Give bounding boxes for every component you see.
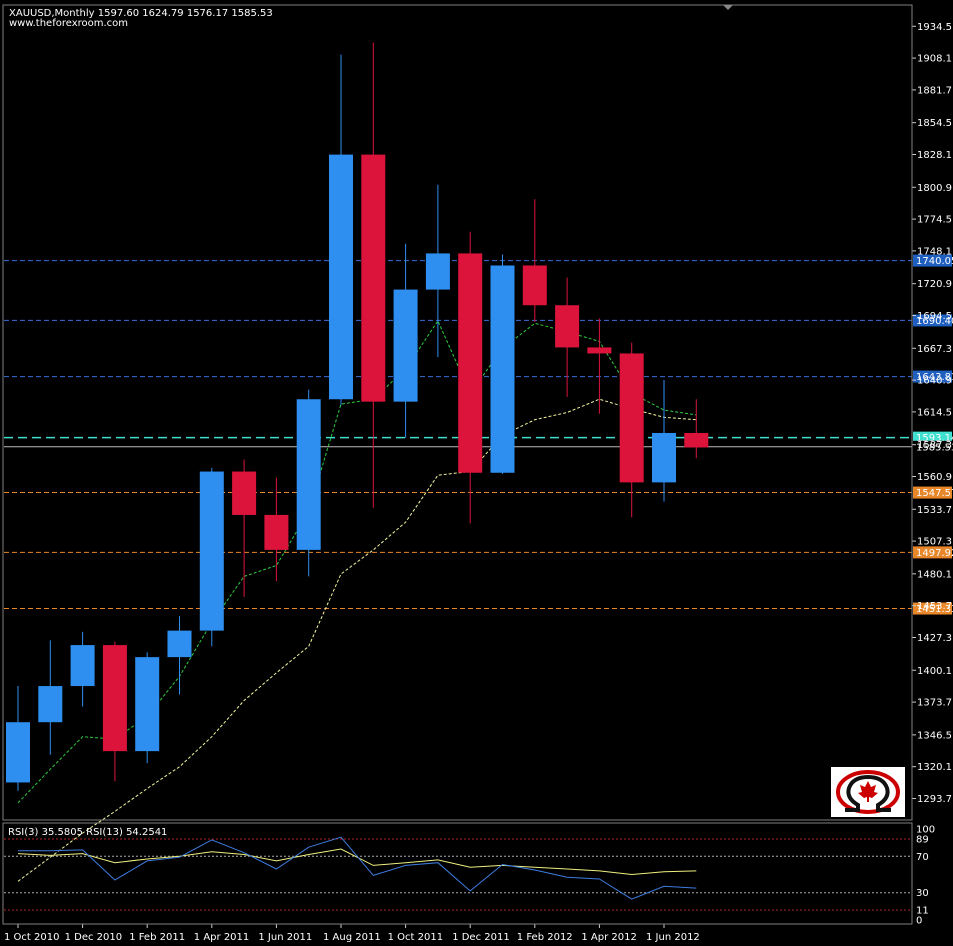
price-tick-label: 1293.7 (917, 794, 952, 805)
time-tick-label: 1 Feb 2012 (517, 932, 573, 943)
price-tick-label: 1614.5 (917, 407, 952, 418)
price-tick-label: 1427.3 (917, 633, 952, 644)
price-tick-label: 1320.1 (917, 762, 952, 773)
price-tick-label: 1507.3 (917, 537, 952, 548)
price-tick-label: 1373.7 (917, 698, 952, 709)
rsi-tick-label: 30 (916, 888, 929, 899)
candle-bull (329, 154, 353, 400)
candle-bull (199, 471, 224, 631)
time-tick-label: 1 Aug 2011 (323, 932, 381, 943)
time-tick-label: 1 Apr 2012 (581, 932, 636, 943)
omega-logo (831, 767, 905, 817)
time-tick-label: 1 Jun 2011 (258, 932, 312, 943)
candle-bull (425, 253, 450, 290)
time-tick-label: 1 Dec 2011 (452, 932, 510, 943)
time-tick-label: 1 Oct 2011 (388, 932, 443, 943)
candle-bear (619, 353, 644, 483)
candle-bear (264, 514, 289, 550)
rsi-tick-label: 70 (916, 852, 929, 863)
candle-bear (684, 432, 709, 448)
price-tick-label: 1828.1 (917, 150, 952, 161)
price-tick-label: 1400.1 (917, 666, 952, 677)
price-tick-label: 1881.7 (917, 85, 952, 96)
candle-bear (102, 645, 127, 752)
price-tick-label: 1748.1 (917, 246, 952, 257)
rsi-tick-label: 89 (916, 835, 929, 846)
candle-bull (70, 645, 95, 687)
candle-bear (458, 253, 483, 473)
time-tick-label: 1 Jun 2012 (646, 932, 700, 943)
candle-bull (296, 399, 321, 550)
price-chart: 1740.051690.401643.811593.141547.571497.… (0, 0, 953, 946)
price-tick-label: 1908.1 (917, 54, 952, 65)
candle-bull (652, 432, 676, 483)
price-tick-label: 1346.5 (917, 730, 952, 741)
level-price-label: 1497.92 (916, 548, 953, 559)
price-tick-label: 1480.1 (917, 569, 952, 580)
price-tick-label: 1453.7 (917, 601, 952, 612)
candle-bull (490, 265, 515, 473)
candle-bear (555, 305, 580, 348)
candle-bear (232, 471, 257, 515)
price-tick-label: 1854.5 (917, 118, 952, 129)
candle-bull (135, 657, 160, 752)
candle-bull (38, 686, 63, 723)
time-tick-label: 1 Oct 2010 (4, 932, 59, 943)
price-tick-label: 1934.5 (917, 22, 952, 33)
price-tick-label: 1560.9 (917, 472, 952, 483)
price-tick-label: 1533.7 (917, 505, 952, 516)
time-tick-label: 1 Apr 2011 (194, 932, 249, 943)
rsi-tick-label: 0 (916, 916, 922, 927)
chart-background (0, 0, 953, 946)
price-tick-label: 1774.5 (917, 215, 952, 226)
rsi-title: RSI(3) 35.5805 RSI(13) 54.2541 (8, 827, 167, 838)
level-price-label: 1740.05 (916, 256, 953, 267)
price-tick-label: 1720.9 (917, 279, 952, 290)
price-tick-label: 1800.9 (917, 183, 952, 194)
price-tick-label: 1667.3 (917, 344, 952, 355)
site-watermark: www.theforexroom.com (9, 18, 128, 29)
time-tick-label: 1 Dec 2010 (65, 932, 123, 943)
price-tick-label: 1694.5 (917, 311, 952, 322)
candle-bear (361, 154, 386, 402)
time-tick-label: 1 Feb 2011 (129, 932, 185, 943)
candle-bear (587, 347, 612, 354)
candle-bull (393, 289, 418, 402)
level-price-label: 1547.57 (916, 488, 953, 499)
candle-bull (167, 630, 192, 658)
price-tick-label: 1640.9 (917, 376, 952, 387)
candle-bear (522, 265, 547, 306)
candle-bull (6, 722, 30, 783)
price-tick-label: 1587.3 (917, 440, 952, 451)
